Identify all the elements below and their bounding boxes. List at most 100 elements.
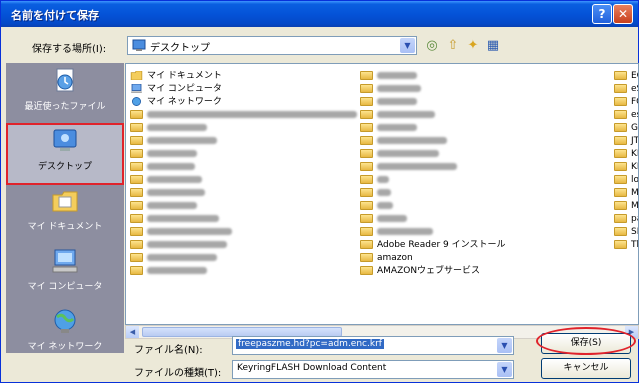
list-item[interactable] [130, 200, 197, 212]
folder-icon [130, 253, 143, 262]
list-item[interactable] [130, 252, 217, 264]
file-list[interactable]: マイ ドキュメント マイ コンピュータ マイ ネットワーク Adobe Read… [125, 63, 639, 325]
list-item-label: マイ ドキュメント [147, 71, 222, 81]
list-item[interactable]: マイ コンピュータ [130, 83, 222, 95]
list-item[interactable] [130, 122, 207, 134]
list-item[interactable]: Mi [614, 200, 639, 212]
list-item[interactable]: eS [614, 83, 638, 95]
list-item[interactable] [360, 148, 439, 160]
list-item[interactable]: JT [614, 135, 639, 147]
list-item-label: KE [631, 149, 638, 159]
cancel-button[interactable]: キャンセル [541, 358, 631, 379]
folder-icon [360, 97, 373, 106]
list-item[interactable]: KF [614, 161, 638, 173]
folder-icon [360, 175, 373, 184]
my-documents-icon [130, 71, 143, 80]
list-item-label: JT [631, 136, 639, 146]
place-label: マイ ドキュメント [27, 222, 103, 232]
back-icon[interactable]: ◎ [423, 37, 441, 55]
list-item-label: pa [631, 214, 638, 224]
list-item[interactable] [130, 174, 202, 186]
my-network-icon [132, 97, 141, 106]
list-item[interactable] [360, 109, 435, 121]
list-item-label: los [631, 175, 639, 185]
list-item[interactable]: los [614, 174, 639, 186]
list-item[interactable] [360, 96, 417, 108]
list-item[interactable]: AMAZONウェブサービス [360, 265, 480, 277]
place-label: マイ ネットワーク [27, 342, 103, 352]
list-item[interactable] [130, 135, 217, 147]
filetype-select[interactable]: KeyringFLASH Download Content ▼ [232, 360, 514, 379]
my-network-icon [54, 309, 76, 333]
list-item-label: Mi [631, 201, 639, 211]
list-item[interactable]: pa [614, 213, 638, 225]
list-item[interactable] [360, 83, 421, 95]
folder-icon [130, 214, 143, 223]
list-item[interactable] [130, 148, 197, 160]
list-item[interactable]: es [614, 109, 638, 121]
help-button[interactable]: ? [592, 4, 612, 24]
chevron-down-icon[interactable]: ▼ [497, 362, 512, 377]
desktop-small-icon [132, 39, 146, 51]
filename-input[interactable]: freepaszme.hd?pc=adm.enc.krf ▼ [232, 336, 514, 355]
place-label: マイ コンピュータ [27, 282, 103, 292]
list-item[interactable]: SE [614, 226, 638, 238]
place-desktop[interactable]: デスクトップ [6, 123, 124, 185]
list-item-label: amazon [377, 253, 413, 263]
view-menu-icon[interactable]: ▦ [484, 37, 502, 55]
list-item[interactable] [360, 161, 457, 173]
list-item[interactable]: amazon [360, 252, 413, 264]
place-my-documents[interactable]: マイ ドキュメント [6, 183, 124, 245]
list-item-label: SE [631, 227, 638, 237]
chevron-down-icon[interactable]: ▼ [400, 38, 415, 53]
place-recent[interactable]: 最近使ったファイル [6, 63, 124, 125]
folder-icon [614, 175, 627, 184]
new-folder-icon[interactable]: ✦ [464, 37, 482, 55]
folder-icon [130, 175, 143, 184]
list-item[interactable] [360, 187, 391, 199]
scroll-left-icon[interactable]: ◀ [126, 326, 139, 338]
folder-icon [614, 97, 627, 106]
folder-icon [360, 201, 373, 210]
list-item[interactable] [360, 226, 433, 238]
folder-icon [614, 201, 627, 210]
list-item-label: Gu [631, 123, 638, 133]
list-item[interactable] [130, 239, 227, 251]
folder-icon [614, 71, 627, 80]
location-combo[interactable]: デスクトップ ▼ [127, 36, 417, 55]
folder-icon [614, 110, 627, 119]
list-item[interactable] [360, 135, 447, 147]
folder-icon [130, 201, 143, 210]
place-my-computer[interactable]: マイ コンピュータ [6, 243, 124, 305]
up-folder-icon[interactable]: ⇧ [444, 37, 462, 55]
list-item[interactable]: FO [614, 96, 638, 108]
list-item[interactable] [130, 109, 357, 121]
title-bar[interactable]: 名前を付けて保存 ? ✕ [1, 1, 638, 27]
list-item[interactable]: KE [614, 148, 638, 160]
list-item[interactable]: Gu [614, 122, 638, 134]
list-item[interactable]: Thi [614, 239, 638, 251]
list-item[interactable] [130, 161, 195, 173]
list-item[interactable] [130, 265, 207, 277]
folder-icon [360, 71, 373, 80]
list-item[interactable]: マイ ネットワーク [130, 96, 222, 108]
place-my-network[interactable]: マイ ネットワーク [6, 303, 124, 365]
list-item[interactable] [360, 122, 417, 134]
list-item[interactable]: Mi [614, 187, 638, 199]
list-item[interactable] [360, 174, 389, 186]
chevron-down-icon[interactable]: ▼ [497, 338, 512, 353]
list-item[interactable]: マイ ドキュメント [130, 70, 222, 82]
list-item[interactable] [360, 213, 407, 225]
list-item[interactable] [360, 70, 417, 82]
list-item[interactable] [130, 226, 232, 238]
folder-icon [360, 266, 373, 275]
list-item[interactable]: EC [614, 70, 638, 82]
list-item[interactable] [130, 187, 205, 199]
list-item-label: Adobe Reader 9 インストール [377, 240, 506, 250]
close-button[interactable]: ✕ [613, 4, 633, 24]
folder-icon [360, 136, 373, 145]
list-item[interactable]: Adobe Reader 9 インストール [360, 239, 505, 251]
filetype-value: KeyringFLASH Download Content [237, 363, 387, 373]
list-item[interactable] [130, 213, 219, 225]
list-item[interactable] [360, 200, 393, 212]
